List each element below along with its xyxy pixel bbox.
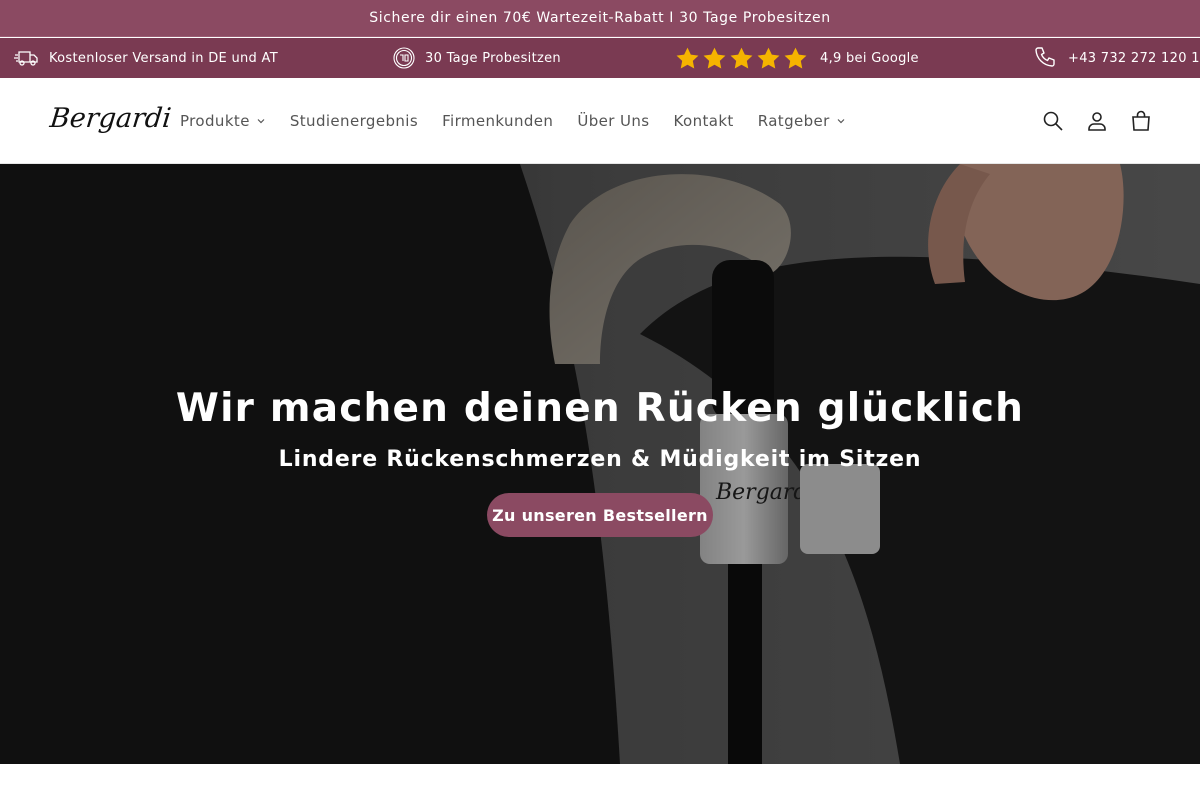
- search-icon[interactable]: [1042, 110, 1064, 132]
- star-icon: [730, 47, 753, 68]
- site-header: Bergardi Produkte Studienergebnis Firmen…: [0, 78, 1200, 164]
- star-icon: [757, 47, 780, 68]
- cart-icon[interactable]: [1130, 110, 1152, 132]
- usp-trial-text: 30 Tage Probesitzen: [425, 50, 561, 66]
- nav-item-firmenkunden[interactable]: Firmenkunden: [442, 112, 553, 130]
- usp-rating-text: 4,9 bei Google: [820, 50, 919, 66]
- main-nav: Produkte Studienergebnis Firmenkunden Üb…: [180, 78, 870, 164]
- hero-title: Wir machen deinen Rücken glücklich: [175, 386, 1025, 431]
- chevron-down-icon: [257, 119, 265, 124]
- hero-banner: Bergardi Wir machen deinen Rücken glückl…: [0, 164, 1200, 764]
- chevron-down-icon: [837, 119, 845, 124]
- nav-item-label: Firmenkunden: [442, 112, 554, 130]
- page-continuation: [0, 764, 1200, 800]
- header-actions: [1042, 78, 1152, 164]
- bestsellers-button[interactable]: Zu unseren Bestsellern: [487, 493, 713, 537]
- trial-badge-icon: [393, 47, 415, 69]
- hero-content: Wir machen deinen Rücken glücklich Linde…: [0, 164, 1200, 764]
- nav-item-produkte[interactable]: Produkte: [180, 112, 266, 130]
- star-icon: [703, 47, 726, 68]
- usp-bar: Kostenloser Versand in DE und AT 30 Tage…: [0, 38, 1200, 78]
- star-icon: [784, 47, 807, 68]
- phone-icon: [1035, 47, 1055, 67]
- nav-item-studienergebnis[interactable]: Studienergebnis: [290, 112, 418, 130]
- account-icon[interactable]: [1086, 110, 1108, 132]
- usp-phone[interactable]: +43 732 272 120 11: [1033, 38, 1200, 78]
- announcement-text: Sichere dir einen 70€ Wartezeit-Rabatt I…: [369, 10, 831, 26]
- nav-item-label: Produkte: [180, 112, 250, 130]
- star-icon: [676, 47, 699, 68]
- nav-item-ratgeber[interactable]: Ratgeber: [758, 112, 846, 130]
- usp-shipping: Kostenloser Versand in DE und AT: [14, 38, 278, 78]
- nav-item-label: Kontakt: [673, 112, 734, 130]
- announcement-bar: Sichere dir einen 70€ Wartezeit-Rabatt I…: [0, 0, 1200, 37]
- usp-phone-text[interactable]: +43 732 272 120 11: [1068, 51, 1200, 66]
- usp-rating: 4,9 bei Google: [675, 38, 919, 78]
- delivery-truck-icon: [14, 51, 38, 66]
- usp-trial: 30 Tage Probesitzen: [392, 38, 561, 78]
- brand-logo[interactable]: Bergardi: [47, 92, 172, 146]
- nav-item-kontakt[interactable]: Kontakt: [674, 112, 734, 130]
- nav-item-label: Über Uns: [577, 112, 650, 130]
- nav-item-label: Ratgeber: [757, 112, 830, 130]
- nav-item-ueber-uns[interactable]: Über Uns: [577, 112, 649, 130]
- hero-subtitle: Lindere Rückenschmerzen & Müdigkeit im S…: [278, 447, 922, 472]
- nav-item-label: Studienergebnis: [289, 112, 419, 130]
- usp-shipping-text: Kostenloser Versand in DE und AT: [49, 50, 278, 66]
- rating-stars: [675, 46, 808, 71]
